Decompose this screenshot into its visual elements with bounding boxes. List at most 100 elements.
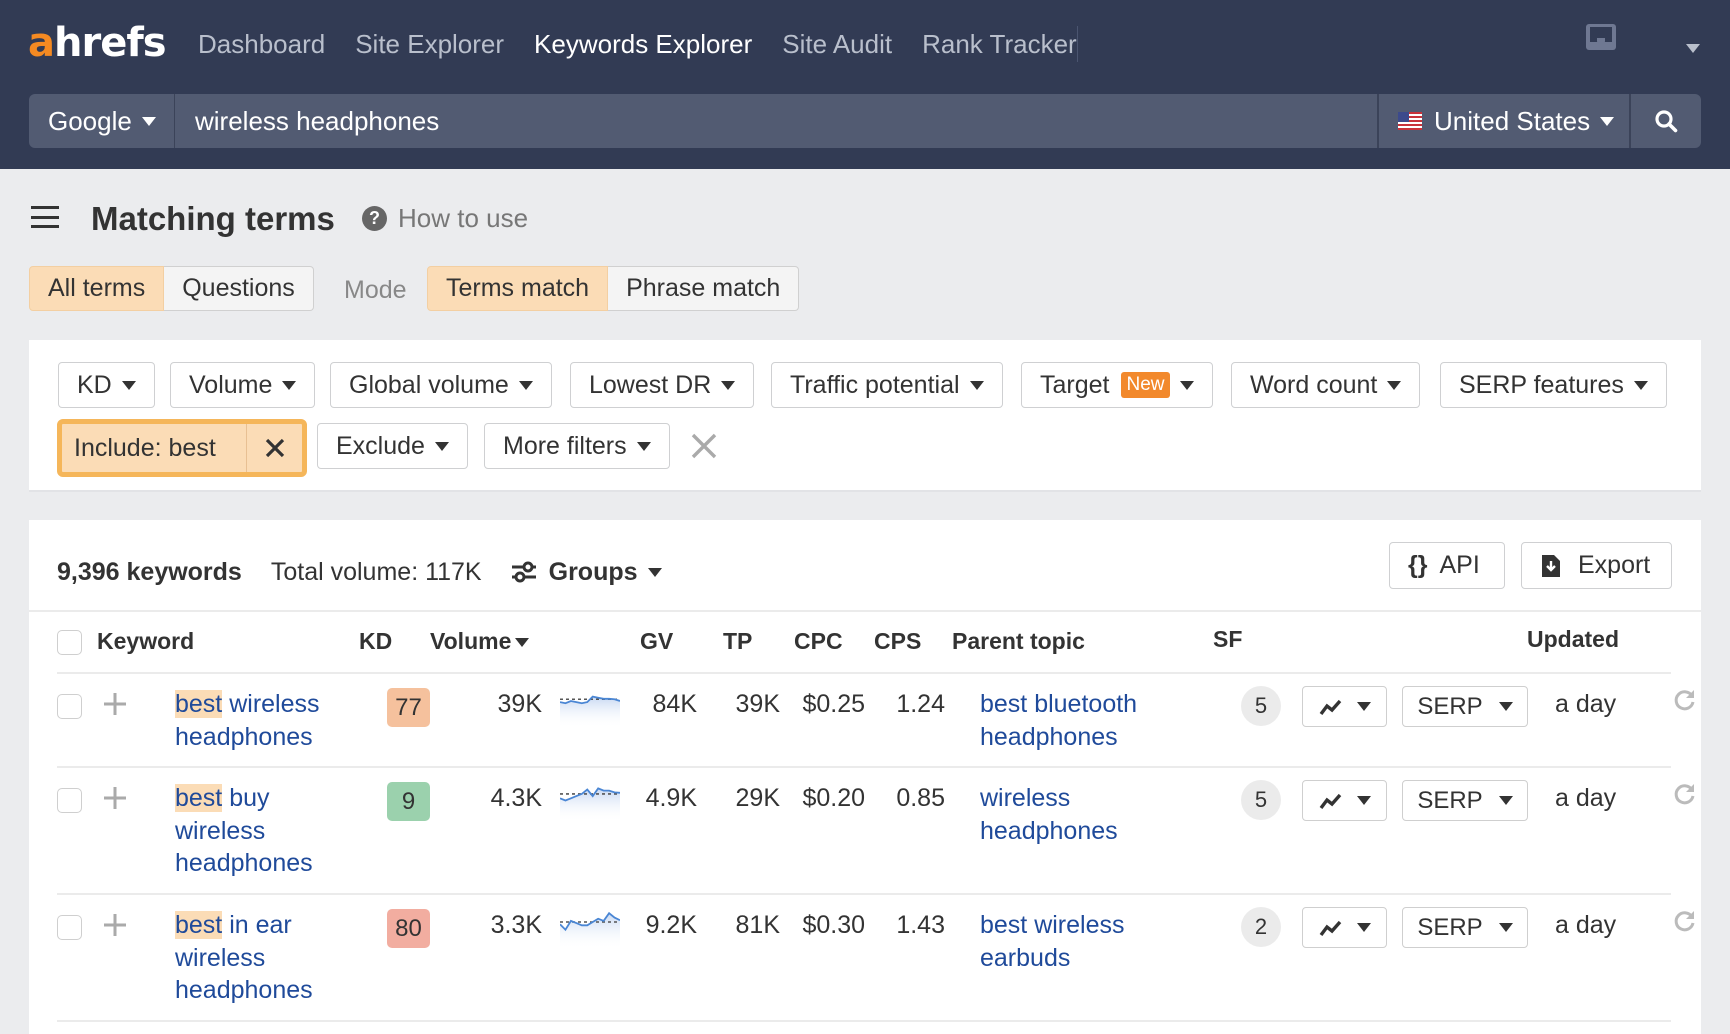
close-icon xyxy=(691,433,717,459)
table-row: best wireless headphones 77 39K 84K 39K … xyxy=(57,672,1695,766)
filter-serp-features[interactable]: SERP features xyxy=(1440,362,1667,408)
trend-dropdown[interactable] xyxy=(1302,686,1387,727)
search-button[interactable] xyxy=(1631,94,1701,148)
filter-word-count[interactable]: Word count xyxy=(1231,362,1421,408)
top-header: ahrefs Dashboard Site Explorer Keywords … xyxy=(0,0,1730,169)
filter-more[interactable]: More filters xyxy=(484,423,670,469)
row-checkbox[interactable] xyxy=(57,788,82,813)
parent-topic-link[interactable]: wireless headphones xyxy=(980,782,1180,847)
tp-value: 81K xyxy=(735,911,780,939)
trend-dropdown[interactable] xyxy=(1302,780,1387,821)
serp-features-count[interactable]: 2 xyxy=(1241,907,1281,947)
inbox-icon[interactable] xyxy=(1586,24,1616,50)
trend-dropdown[interactable] xyxy=(1302,907,1387,948)
keyword-link[interactable]: best in ear wireless headphones xyxy=(175,909,350,1007)
how-to-use-link[interactable]: ? How to use xyxy=(362,203,528,234)
filter-traffic-potential[interactable]: Traffic potential xyxy=(771,362,1003,408)
plus-icon xyxy=(104,693,126,715)
nav-site-explorer[interactable]: Site Explorer xyxy=(355,29,504,60)
col-sf[interactable]: SF xyxy=(1213,626,1242,653)
col-cps[interactable]: CPS xyxy=(874,628,921,655)
gv-value: 4.9K xyxy=(645,784,697,812)
chevron-down-icon xyxy=(1179,380,1194,390)
col-volume[interactable]: Volume xyxy=(430,628,530,655)
add-to-list-button[interactable] xyxy=(103,692,127,721)
filter-target[interactable]: Target New xyxy=(1021,362,1213,408)
main-nav: Dashboard Site Explorer Keywords Explore… xyxy=(198,24,1107,64)
country-select[interactable]: United States xyxy=(1377,94,1631,148)
refresh-icon xyxy=(1674,784,1695,805)
keyword-input[interactable] xyxy=(175,94,1377,148)
refresh-button[interactable] xyxy=(1673,688,1697,717)
serp-dropdown[interactable]: SERP xyxy=(1402,780,1528,821)
refresh-button[interactable] xyxy=(1673,909,1697,938)
groups-dropdown[interactable]: Groups xyxy=(511,558,662,587)
serp-dropdown[interactable]: SERP xyxy=(1402,907,1528,948)
chevron-down-icon xyxy=(1633,380,1648,390)
remove-include-filter-button[interactable] xyxy=(246,424,302,472)
chevron-down-icon xyxy=(141,116,156,126)
kd-badge: 80 xyxy=(387,909,430,948)
parent-topic-link[interactable]: best wireless earbuds xyxy=(980,909,1180,974)
chevron-down-icon xyxy=(121,380,136,390)
question-icon: ? xyxy=(362,206,387,231)
col-gv[interactable]: GV xyxy=(640,628,673,655)
volume-value: 3.3K xyxy=(490,911,542,939)
tab-questions[interactable]: Questions xyxy=(164,266,314,311)
include-filter-label[interactable]: Include: best xyxy=(62,424,246,472)
sliders-icon xyxy=(511,561,536,583)
export-button[interactable]: Export xyxy=(1521,542,1672,589)
volume-value: 4.3K xyxy=(490,784,542,812)
filter-panel: KD Volume Global volume Lowest DR Traffi… xyxy=(29,340,1701,492)
api-button[interactable]: {} API xyxy=(1389,542,1505,589)
tab-terms-match[interactable]: Terms match xyxy=(427,266,609,311)
col-keyword[interactable]: Keyword xyxy=(97,628,194,655)
braces-icon: {} xyxy=(1408,551,1428,579)
us-flag-icon xyxy=(1398,112,1422,130)
serp-features-count[interactable]: 5 xyxy=(1241,686,1281,726)
tab-all-terms[interactable]: All terms xyxy=(29,266,165,311)
filter-kd[interactable]: KD xyxy=(58,362,155,408)
chevron-down-icon xyxy=(518,380,533,390)
col-updated[interactable]: Updated xyxy=(1527,626,1619,653)
filter-volume[interactable]: Volume xyxy=(170,362,316,408)
mode-label: Mode xyxy=(344,276,407,304)
cps-value: 1.43 xyxy=(896,911,945,939)
col-parent-topic[interactable]: Parent topic xyxy=(952,628,1085,655)
keyword-count: 9,396 keywords xyxy=(57,557,242,586)
nav-keywords-explorer[interactable]: Keywords Explorer xyxy=(534,29,752,60)
filter-exclude[interactable]: Exclude xyxy=(317,423,468,469)
row-checkbox[interactable] xyxy=(57,694,82,719)
tab-phrase-match[interactable]: Phrase match xyxy=(608,266,800,311)
serp-features-count[interactable]: 5 xyxy=(1241,780,1281,820)
filter-global-volume[interactable]: Global volume xyxy=(330,362,552,408)
add-to-list-button[interactable] xyxy=(103,786,127,815)
add-to-list-button[interactable] xyxy=(103,913,127,942)
account-menu-caret-icon[interactable] xyxy=(1686,44,1700,53)
gv-value: 84K xyxy=(652,690,697,718)
cpc-value: $0.30 xyxy=(802,911,865,939)
hamburger-menu-icon[interactable] xyxy=(31,206,59,228)
nav-dashboard[interactable]: Dashboard xyxy=(198,29,325,60)
parent-topic-link[interactable]: best bluetooth headphones xyxy=(980,688,1180,753)
col-cpc[interactable]: CPC xyxy=(794,628,843,655)
search-engine-select[interactable]: Google xyxy=(29,94,175,148)
serp-dropdown[interactable]: SERP xyxy=(1402,686,1528,727)
row-checkbox[interactable] xyxy=(57,915,82,940)
filter-lowest-dr[interactable]: Lowest DR xyxy=(570,362,755,408)
match-mode-tabs: Terms match Phrase match xyxy=(427,266,800,311)
refresh-icon xyxy=(1674,690,1695,711)
nav-site-audit[interactable]: Site Audit xyxy=(782,29,892,60)
keyword-link[interactable]: best buy wireless headphones xyxy=(175,782,350,880)
ahrefs-logo[interactable]: ahrefs xyxy=(28,18,167,68)
chevron-down-icon xyxy=(1498,923,1513,932)
chevron-down-icon xyxy=(636,441,651,451)
clear-filters-button[interactable] xyxy=(690,432,718,465)
nav-rank-tracker[interactable]: Rank Tracker xyxy=(922,29,1077,60)
col-kd[interactable]: KD xyxy=(359,628,392,655)
select-all-checkbox[interactable] xyxy=(57,630,82,655)
chevron-down-icon xyxy=(282,380,297,390)
keyword-link[interactable]: best wireless headphones xyxy=(175,688,350,753)
col-tp[interactable]: TP xyxy=(723,628,752,655)
refresh-button[interactable] xyxy=(1673,782,1697,811)
